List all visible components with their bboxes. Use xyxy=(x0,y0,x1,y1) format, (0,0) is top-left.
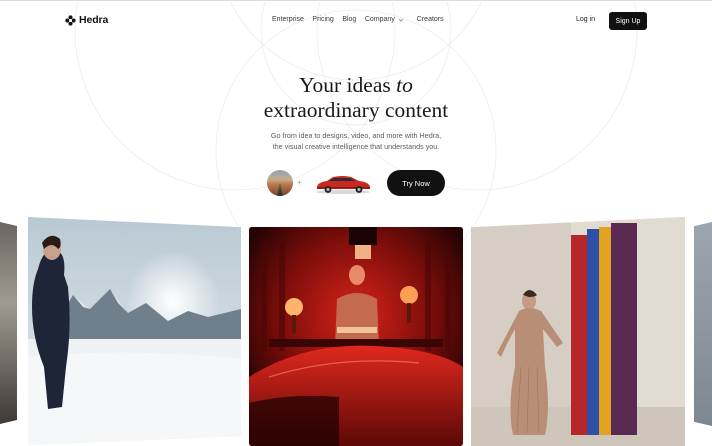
plus-sign: + xyxy=(297,178,302,187)
red-room-image xyxy=(249,227,463,446)
nav-link-company[interactable]: Company xyxy=(365,16,404,23)
gallery-card-partial-left[interactable] xyxy=(0,222,17,424)
gallery-card-partial-right[interactable] xyxy=(694,222,712,426)
nav-link-blog[interactable]: Blog xyxy=(342,16,356,23)
nav-links: Enterprise Pricing Blog Company Creators xyxy=(272,16,452,23)
snow-scene-image xyxy=(28,217,241,445)
hero-title-line2: extraordinary content xyxy=(263,98,449,122)
gallery-card-dress-portrait[interactable] xyxy=(471,217,685,446)
hero-subtitle-line2: the visual creative intelligence that un… xyxy=(272,142,440,151)
gallery-card-snow-portrait[interactable] xyxy=(28,217,241,445)
hero-title: Your ideas to extraordinary content xyxy=(0,73,712,123)
gallery-card-red-room[interactable] xyxy=(249,227,463,446)
top-navigation: Hedra Enterprise Pricing Blog Company Cr… xyxy=(0,0,712,42)
hero-title-italic: to xyxy=(396,73,413,97)
nav-link-company-label: Company xyxy=(364,16,395,23)
flower-icon xyxy=(65,14,76,26)
hero-title-line1: Your ideas xyxy=(299,73,391,97)
nav-link-creators[interactable]: Creators xyxy=(417,16,444,23)
signup-button[interactable]: Sign Up xyxy=(609,12,647,30)
brand-logo[interactable]: Hedra xyxy=(65,14,108,26)
brand-name: Hedra xyxy=(79,14,109,26)
login-link[interactable]: Log in xyxy=(576,16,595,23)
hero-subtitle: Go from idea to designs, video, and more… xyxy=(0,130,712,152)
nav-link-pricing[interactable]: Pricing xyxy=(312,16,333,23)
reference-image-road[interactable] xyxy=(267,170,293,196)
reference-image-car[interactable] xyxy=(313,170,373,196)
chevron-down-icon xyxy=(398,18,404,22)
dress-scene-image xyxy=(471,217,685,446)
nav-link-enterprise[interactable]: Enterprise xyxy=(272,16,304,23)
try-now-button[interactable]: Try Now xyxy=(387,170,445,196)
hero-subtitle-line1: Go from idea to designs, video, and more… xyxy=(270,131,442,140)
